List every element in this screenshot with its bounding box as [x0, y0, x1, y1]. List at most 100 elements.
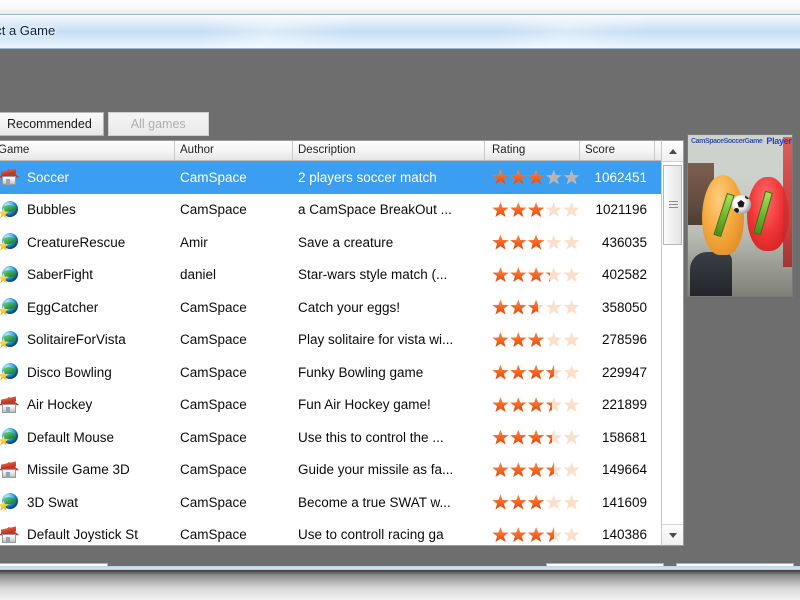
- grip-icon: [669, 201, 678, 209]
- column-header-description[interactable]: Description: [293, 141, 485, 160]
- select-a-game-window: ect a Game Recommended All games Game Au…: [0, 14, 800, 589]
- chevron-down-icon: [668, 533, 677, 538]
- star-icon: [492, 234, 509, 250]
- table-row[interactable]: 3D Swat CamSpace Become a true SWAT w... 14…: [0, 486, 683, 519]
- cell-rating: [485, 202, 580, 218]
- star-filled-icon: [492, 364, 509, 380]
- scroll-down-button[interactable]: [662, 524, 683, 545]
- star-icon: [545, 462, 562, 478]
- tab-all-games[interactable]: All games: [107, 112, 209, 136]
- star-icon: [492, 202, 509, 218]
- star-icon: [527, 299, 545, 315]
- table-row[interactable]: Missile Game 3D CamSpace Guide your missil…: [0, 454, 683, 487]
- star-icon: [545, 364, 562, 380]
- cell-score: 221899: [601, 397, 647, 413]
- star-empty-icon: [563, 397, 580, 412]
- table-row[interactable]: SaberFight daniel Star-wars style match (.…: [0, 259, 683, 292]
- star-empty-icon: [545, 299, 562, 315]
- star-icon: [545, 299, 562, 315]
- star-filled-icon: [492, 169, 509, 185]
- star-icon: [545, 429, 562, 445]
- star-icon: [510, 267, 527, 283]
- star-filled-icon: [510, 332, 527, 348]
- scrollbar-thumb[interactable]: [663, 165, 682, 245]
- star-filled-icon: [545, 364, 554, 380]
- games-list-scrollbar[interactable]: [661, 140, 684, 546]
- rating-stars: [492, 397, 580, 413]
- table-row[interactable]: Default Mouse CamSpace Use this to control…: [0, 421, 683, 454]
- cell-description: Play solitaire for vista wi...: [298, 332, 454, 348]
- cell-game: Default Mouse: [0, 427, 175, 447]
- star-empty-icon: [563, 299, 580, 315]
- rating-stars: [492, 202, 580, 218]
- cell-description: Guide your missile as fa...: [298, 462, 454, 478]
- star-icon: [563, 267, 580, 283]
- rating-stars: [492, 462, 580, 478]
- column-header-game[interactable]: Game: [0, 141, 175, 160]
- preview-side-banner: [783, 137, 792, 267]
- house-icon: [0, 167, 20, 187]
- table-row[interactable]: Bubbles CamSpace a CamSpace BreakOut ... 10…: [0, 194, 683, 227]
- star-filled-icon: [527, 267, 545, 283]
- rating-stars: [492, 267, 580, 283]
- house-icon: [0, 525, 20, 545]
- cell-score: 358050: [601, 299, 647, 315]
- game-preview-thumbnail: CamSpaceSoccerGame Player 2: [687, 134, 793, 297]
- globe-star-icon: [0, 265, 20, 285]
- scroll-up-button[interactable]: [662, 141, 683, 162]
- rating-stars: [492, 169, 580, 185]
- window-titlebar[interactable]: ect a Game: [0, 15, 800, 49]
- star-empty-icon: [563, 494, 580, 510]
- table-row[interactable]: Soccer CamSpace 2 players soccer match 1062…: [0, 161, 683, 194]
- star-empty-icon: [563, 169, 580, 185]
- star-filled-icon: [510, 267, 527, 283]
- game-title: Soccer: [27, 169, 70, 185]
- globe-star-icon: [0, 362, 20, 382]
- preview-soccer-ball: [732, 195, 751, 214]
- column-header-author[interactable]: Author: [175, 141, 293, 160]
- star-icon: [510, 397, 527, 413]
- table-row[interactable]: EggCatcher CamSpace Catch your eggs! 358050: [0, 291, 683, 324]
- chevron-up-icon: [668, 149, 677, 154]
- star-empty-icon: [563, 234, 580, 250]
- star-filled-icon: [492, 299, 509, 315]
- game-title: 3D Swat: [27, 494, 79, 510]
- games-list[interactable]: Game Author Description Rating Score Soc…: [0, 140, 684, 546]
- house-icon: [0, 395, 20, 415]
- cell-score: 1021196: [595, 202, 647, 218]
- star-filled-icon: [527, 397, 545, 413]
- star-filled-icon: [527, 494, 545, 510]
- cell-author: CamSpace: [180, 462, 247, 478]
- star-filled-icon: [510, 234, 527, 250]
- scrollbar-track[interactable]: [662, 162, 683, 524]
- star-icon: [527, 169, 545, 185]
- table-row[interactable]: Air Hockey CamSpace Fun Air Hockey game! 22…: [0, 389, 683, 422]
- star-empty-icon: [563, 202, 580, 217]
- star-empty-icon: [545, 202, 562, 217]
- star-filled-icon: [492, 267, 509, 283]
- table-row[interactable]: Default Joystick St CamSpace Use to contro…: [0, 519, 683, 546]
- star-icon: [492, 332, 509, 348]
- column-header-rating[interactable]: Rating: [485, 141, 580, 160]
- cell-rating: [485, 299, 580, 315]
- screen: ect a Game Recommended All games Game Au…: [0, 0, 800, 600]
- star-filled-icon: [527, 202, 545, 218]
- star-icon: [563, 397, 580, 413]
- table-row[interactable]: CreatureRescue Amir Save a creature 436035: [0, 226, 683, 259]
- star-icon: [527, 364, 545, 380]
- table-row[interactable]: Disco Bowling CamSpace Funky Bowling game 2…: [0, 356, 683, 389]
- cell-description: Star-wars style match (...: [298, 267, 448, 283]
- game-title: SolitaireForVista: [27, 332, 126, 348]
- star-filled-icon: [492, 234, 509, 250]
- cell-description: Become a true SWAT w...: [298, 494, 451, 510]
- cell-author: CamSpace: [180, 364, 247, 380]
- star-filled-icon: [510, 462, 527, 478]
- star-icon: [545, 169, 562, 185]
- tab-recommended[interactable]: Recommended: [0, 112, 104, 136]
- table-row[interactable]: SolitaireForVista CamSpace Play solitaire …: [0, 324, 683, 357]
- star-icon: [492, 364, 509, 380]
- game-title: Default Mouse: [27, 429, 115, 445]
- house-icon: [0, 460, 20, 480]
- column-header-score[interactable]: Score: [580, 141, 655, 160]
- star-filled-icon: [510, 527, 527, 543]
